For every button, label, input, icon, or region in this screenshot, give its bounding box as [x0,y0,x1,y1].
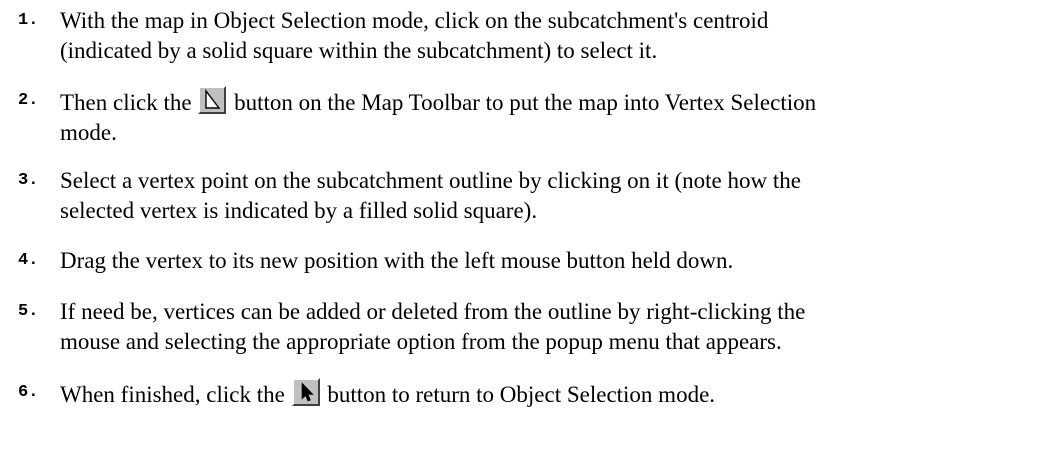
step-text-after: button on the Map Toolbar to put the map… [234,90,817,115]
step-text: Drag the vertex to its new position with… [60,246,1000,276]
step-text-line: When finished, click the button to retur… [60,378,1000,410]
step-number: 1. [18,11,39,30]
step-number: 5. [18,302,39,321]
step-text: Then click the button on the Map Toolbar… [60,86,1000,148]
step-text: When finished, click the button to retur… [60,378,1000,410]
step-text: Select a vertex point on the subcatchmen… [60,166,1000,226]
step-text-line: (indicated by a solid square within the … [60,38,658,63]
step-text-line: mode. [60,120,117,145]
step-text-line: Drag the vertex to its new position with… [60,248,734,273]
step-text-line: selected vertex is indicated by a filled… [60,198,538,223]
vertex-select-icon[interactable] [198,86,227,114]
step-text-line: Select a vertex point on the subcatchmen… [60,168,801,193]
step-text-before: When finished, click the [60,382,285,407]
step-text-line: If need be, vertices can be added or del… [60,299,806,324]
step-number: 3. [18,171,39,190]
step-text-before: Then click the [60,90,192,115]
step-text-after: button to return to Object Selection mod… [327,382,716,407]
step-text-line: With the map in Object Selection mode, c… [60,8,769,33]
step-text-line: Then click the button on the Map Toolbar… [60,86,1000,118]
object-select-icon[interactable] [291,378,320,406]
step-text-line: mouse and selecting the appropriate opti… [60,329,782,354]
step-text: With the map in Object Selection mode, c… [60,6,1000,66]
step-text: If need be, vertices can be added or del… [60,297,1000,357]
step-number: 4. [18,251,39,270]
step-number: 6. [18,383,39,402]
step-number: 2. [18,91,39,110]
